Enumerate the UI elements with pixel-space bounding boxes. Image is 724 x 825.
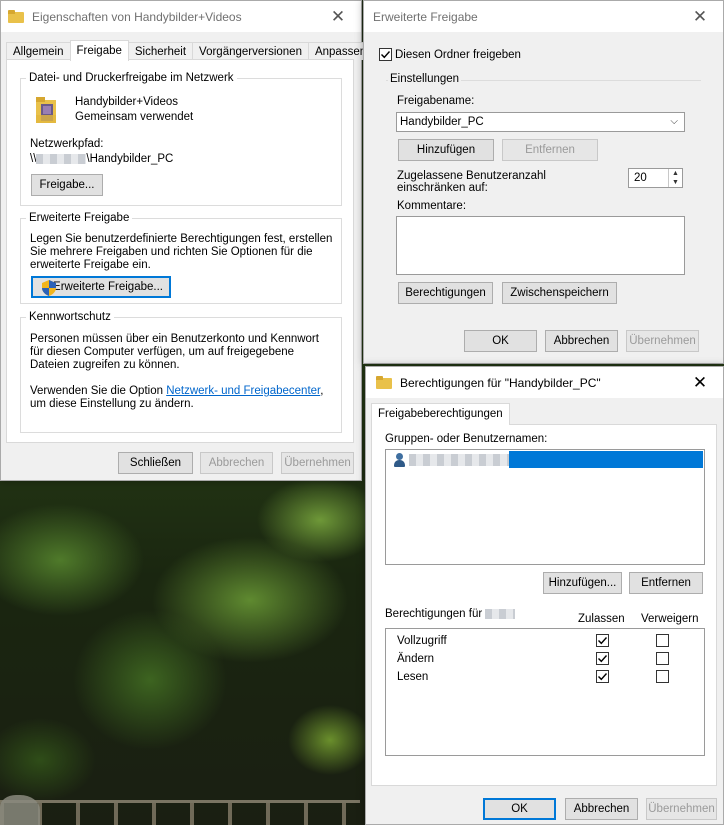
share-name-value: Handybilder_PC — [400, 116, 484, 128]
allow-checkbox[interactable] — [596, 670, 609, 683]
permission-name: Vollzugriff — [397, 635, 447, 647]
checkmark-icon — [381, 51, 391, 59]
apply-button[interactable]: Übernehmen — [646, 798, 717, 820]
spinner-down-icon[interactable]: ▼ — [669, 178, 682, 187]
caching-button[interactable]: Zwischenspeichern — [502, 282, 617, 304]
tab-sicherheit[interactable]: Sicherheit — [127, 42, 194, 60]
share-name-label: Freigabename: — [397, 95, 475, 107]
apply-button[interactable]: Übernehmen — [626, 330, 699, 352]
user-limit-label: Zugelassene Benutzeranzahl einschränken … — [397, 170, 546, 194]
folder-status: Gemeinsam verwendet — [75, 111, 194, 123]
close-button[interactable]: Schließen — [118, 452, 193, 474]
checkmark-icon — [598, 655, 608, 663]
redacted-user-name — [409, 453, 509, 466]
advanced-share-button[interactable]: Erweiterte Freigabe... — [31, 276, 171, 298]
permission-row: Ändern — [397, 650, 434, 668]
groups-list-item[interactable] — [390, 451, 703, 468]
advanced-share-legend: Erweiterte Freigabe — [26, 212, 133, 224]
deny-checkbox[interactable] — [656, 670, 669, 683]
tab-strip: Allgemein Freigabe Sicherheit Vorgängerv… — [6, 40, 374, 61]
deny-checkbox[interactable] — [656, 634, 669, 647]
checkmark-icon — [598, 637, 608, 645]
redacted-user — [485, 608, 516, 619]
network-path-label: Netzwerkpfad: — [30, 138, 104, 150]
share-folder-checkbox[interactable] — [379, 48, 392, 61]
advanced-share-description: Legen Sie benutzerdefinierte Berechtigun… — [30, 233, 333, 271]
redacted-host — [36, 153, 87, 164]
window-title: Erweiterte Freigabe — [373, 9, 478, 24]
allow-checkbox[interactable] — [596, 634, 609, 647]
folder-icon — [8, 10, 24, 23]
allow-checkbox[interactable] — [596, 652, 609, 665]
ok-button[interactable]: OK — [483, 798, 556, 820]
password-protection-legend: Kennwortschutz — [26, 311, 114, 323]
titlebar[interactable]: Erweiterte Freigabe ✕ — [364, 1, 723, 32]
checkmark-icon — [598, 673, 608, 681]
password-protection-hint: Verwenden Sie die Option Netzwerk- und F… — [30, 385, 335, 411]
advanced-share-button-label: Erweiterte Freigabe... — [53, 281, 163, 293]
share-name-dropdown[interactable]: Handybilder_PC ⌵ — [396, 112, 685, 132]
permissions-button[interactable]: Berechtigungen — [398, 282, 493, 304]
fence-decoration — [0, 800, 360, 825]
remove-user-button[interactable]: Entfernen — [629, 572, 703, 594]
tab-share-permissions[interactable]: Freigabeberechtigungen — [371, 403, 510, 425]
deny-checkbox[interactable] — [656, 652, 669, 665]
remove-share-button[interactable]: Entfernen — [502, 139, 598, 161]
tab-allgemein[interactable]: Allgemein — [6, 42, 71, 60]
apply-button[interactable]: Übernehmen — [281, 452, 354, 474]
tab-vorgaengerversionen[interactable]: Vorgängerversionen — [192, 42, 309, 60]
groups-label: Gruppen- oder Benutzernamen: — [385, 433, 548, 445]
column-deny: Verweigern — [641, 613, 699, 625]
chevron-down-icon: ⌵ — [670, 116, 678, 127]
window-title: Berechtigungen für "Handybilder_PC" — [400, 375, 601, 390]
column-allow: Zulassen — [578, 613, 625, 625]
permission-name: Lesen — [397, 671, 429, 683]
add-share-button[interactable]: Hinzufügen — [398, 139, 494, 161]
network-sharing-center-link[interactable]: Netzwerk- und Freigabecenter — [166, 385, 320, 397]
stone-decoration — [0, 795, 40, 825]
permissions-for-label: Berechtigungen für — [385, 608, 516, 620]
permission-row: Lesen — [397, 668, 428, 686]
titlebar[interactable]: Eigenschaften von Handybilder+Videos ✕ — [1, 1, 361, 32]
window-title: Eigenschaften von Handybilder+Videos — [32, 9, 242, 24]
close-icon[interactable]: ✕ — [677, 367, 723, 398]
folder-icon — [376, 376, 392, 389]
close-icon[interactable]: ✕ — [315, 1, 361, 32]
titlebar[interactable]: Berechtigungen für "Handybilder_PC" ✕ — [366, 367, 723, 398]
network-path: \\ \Handybilder_PC — [30, 153, 173, 165]
permission-row: Vollzugriff — [397, 632, 447, 650]
user-limit-value: 20 — [634, 172, 647, 184]
password-protection-description: Personen müssen über ein Benutzerkonto u… — [30, 333, 319, 371]
share-folder-label: Diesen Ordner freigeben — [395, 49, 521, 61]
user-icon — [392, 452, 406, 467]
network-share-legend: Datei- und Druckerfreigabe im Netzwerk — [26, 72, 237, 84]
cancel-button[interactable]: Abbrechen — [545, 330, 618, 352]
network-path-suffix: \Handybilder_PC — [86, 153, 174, 165]
shared-folder-icon — [36, 97, 56, 123]
cancel-button[interactable]: Abbrechen — [200, 452, 273, 474]
permission-name: Ändern — [397, 653, 435, 665]
folder-name: Handybilder+Videos — [75, 96, 179, 108]
ok-button[interactable]: OK — [464, 330, 537, 352]
shield-icon — [42, 280, 56, 296]
comments-label: Kommentare: — [397, 200, 467, 212]
close-icon[interactable]: ✕ — [677, 1, 723, 32]
hint-text-before: Verwenden Sie die Option — [30, 385, 167, 397]
share-button[interactable]: Freigabe... — [31, 174, 103, 196]
settings-legend: Einstellungen — [388, 73, 462, 85]
comments-textarea[interactable] — [396, 216, 685, 275]
tab-freigabe[interactable]: Freigabe — [69, 40, 129, 61]
spinner-arrows[interactable]: ▲ ▼ — [668, 169, 682, 187]
cancel-button[interactable]: Abbrechen — [565, 798, 638, 820]
add-user-button[interactable]: Hinzufügen... — [543, 572, 622, 594]
selected-row-highlight — [509, 451, 703, 468]
spinner-up-icon[interactable]: ▲ — [669, 169, 682, 178]
user-limit-spinner[interactable]: 20 ▲ ▼ — [628, 168, 683, 188]
permissions-for-text: Berechtigungen für — [385, 608, 483, 620]
